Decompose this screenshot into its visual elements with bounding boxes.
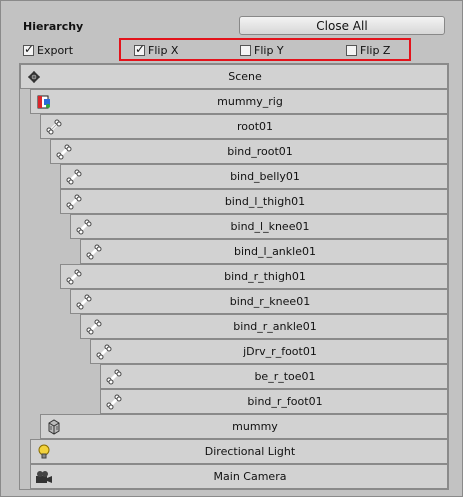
tree-row-mummy-rig[interactable]: mummy_rig <box>30 89 448 114</box>
bone-icon <box>55 143 73 161</box>
export-label: Export <box>37 43 74 57</box>
bone-icon <box>75 218 93 236</box>
bone-icon <box>45 118 63 136</box>
flip-z-label: Flip Z <box>360 43 391 57</box>
hierarchy-tree: Scene mummy_rig root01 bind_root01 bind_ <box>19 63 449 490</box>
tree-row-label: mummy <box>232 420 278 433</box>
tree-row-mummy[interactable]: mummy <box>40 414 448 439</box>
tree-row-bind-r-thigh01[interactable]: bind_r_thigh01 <box>60 264 448 289</box>
tree-row-label: Scene <box>228 70 262 83</box>
tree-row-label: bind_r_foot01 <box>247 395 323 408</box>
tree-row-label: mummy_rig <box>217 95 283 108</box>
tree-row-label: bind_l_ankle01 <box>234 245 316 258</box>
tree-row-bind-belly01[interactable]: bind_belly01 <box>60 164 448 189</box>
tree-row-root01[interactable]: root01 <box>40 114 448 139</box>
tree-row-label: be_r_toe01 <box>254 370 316 383</box>
tree-row-bind-root01[interactable]: bind_root01 <box>50 139 448 164</box>
bone-icon <box>65 168 83 186</box>
unity-scene-icon <box>25 68 43 86</box>
tree-row-label: bind_belly01 <box>230 170 300 183</box>
bone-icon <box>75 293 93 311</box>
close-all-button[interactable]: Close All <box>239 16 445 35</box>
camera-icon <box>35 468 53 486</box>
flip-z-checkbox[interactable]: Flip Z <box>346 43 390 57</box>
export-checkbox-box[interactable] <box>23 42 34 56</box>
light-bulb-icon <box>35 443 53 461</box>
mesh-icon <box>45 418 63 436</box>
tree-row-bind-r-knee01[interactable]: bind_r_knee01 <box>70 289 448 314</box>
tree-row-bind-l-thigh01[interactable]: bind_l_thigh01 <box>60 189 448 214</box>
tree-row-label: bind_r_ankle01 <box>233 320 317 333</box>
flip-x-checkbox-box[interactable] <box>134 42 145 56</box>
tree-row-label: bind_r_knee01 <box>229 295 311 308</box>
tree-row-scene[interactable]: Scene <box>20 64 448 89</box>
panel-title: Hierarchy <box>23 20 84 33</box>
flip-y-checkbox[interactable]: Flip Y <box>240 43 284 57</box>
tree-row-main-camera[interactable]: Main Camera <box>30 464 448 489</box>
flip-x-label: Flip X <box>148 43 179 57</box>
rig-icon <box>35 93 53 111</box>
bone-icon <box>65 268 83 286</box>
tree-row-bind-r-foot01[interactable]: bind_r_foot01 <box>100 389 448 414</box>
tree-row-bind-l-knee01[interactable]: bind_l_knee01 <box>70 214 448 239</box>
tree-row-be-r-toe01[interactable]: be_r_toe01 <box>100 364 448 389</box>
flip-z-checkbox-box[interactable] <box>346 44 357 56</box>
tree-row-label: bind_l_knee01 <box>230 220 310 233</box>
tree-row-label: bind_r_thigh01 <box>224 270 306 283</box>
flip-x-checkbox[interactable]: Flip X <box>134 42 179 57</box>
bone-icon <box>95 343 113 361</box>
bone-icon <box>105 393 123 411</box>
tree-row-label: root01 <box>236 120 274 133</box>
tree-row-label: bind_root01 <box>227 145 293 158</box>
bone-icon <box>105 368 123 386</box>
flip-y-checkbox-box[interactable] <box>240 44 251 56</box>
bone-icon <box>65 193 83 211</box>
tree-row-label: Directional Light <box>204 445 296 458</box>
tree-row-label: bind_l_thigh01 <box>224 195 306 208</box>
tree-row-label: Main Camera <box>213 470 287 483</box>
flip-y-label: Flip Y <box>254 43 284 57</box>
tree-row-jdrv-r-foot01[interactable]: jDrv_r_foot01 <box>90 339 448 364</box>
tree-row-bind-l-ankle01[interactable]: bind_l_ankle01 <box>80 239 448 264</box>
bone-icon <box>85 243 103 261</box>
tree-row-bind-r-ankle01[interactable]: bind_r_ankle01 <box>80 314 448 339</box>
tree-row-label: jDrv_r_foot01 <box>243 345 317 358</box>
export-checkbox[interactable]: Export <box>23 42 74 57</box>
hierarchy-panel: Hierarchy Close All Export Flip X Flip Y… <box>0 0 463 497</box>
tree-row-directional-light[interactable]: Directional Light <box>30 439 448 464</box>
bone-icon <box>85 318 103 336</box>
